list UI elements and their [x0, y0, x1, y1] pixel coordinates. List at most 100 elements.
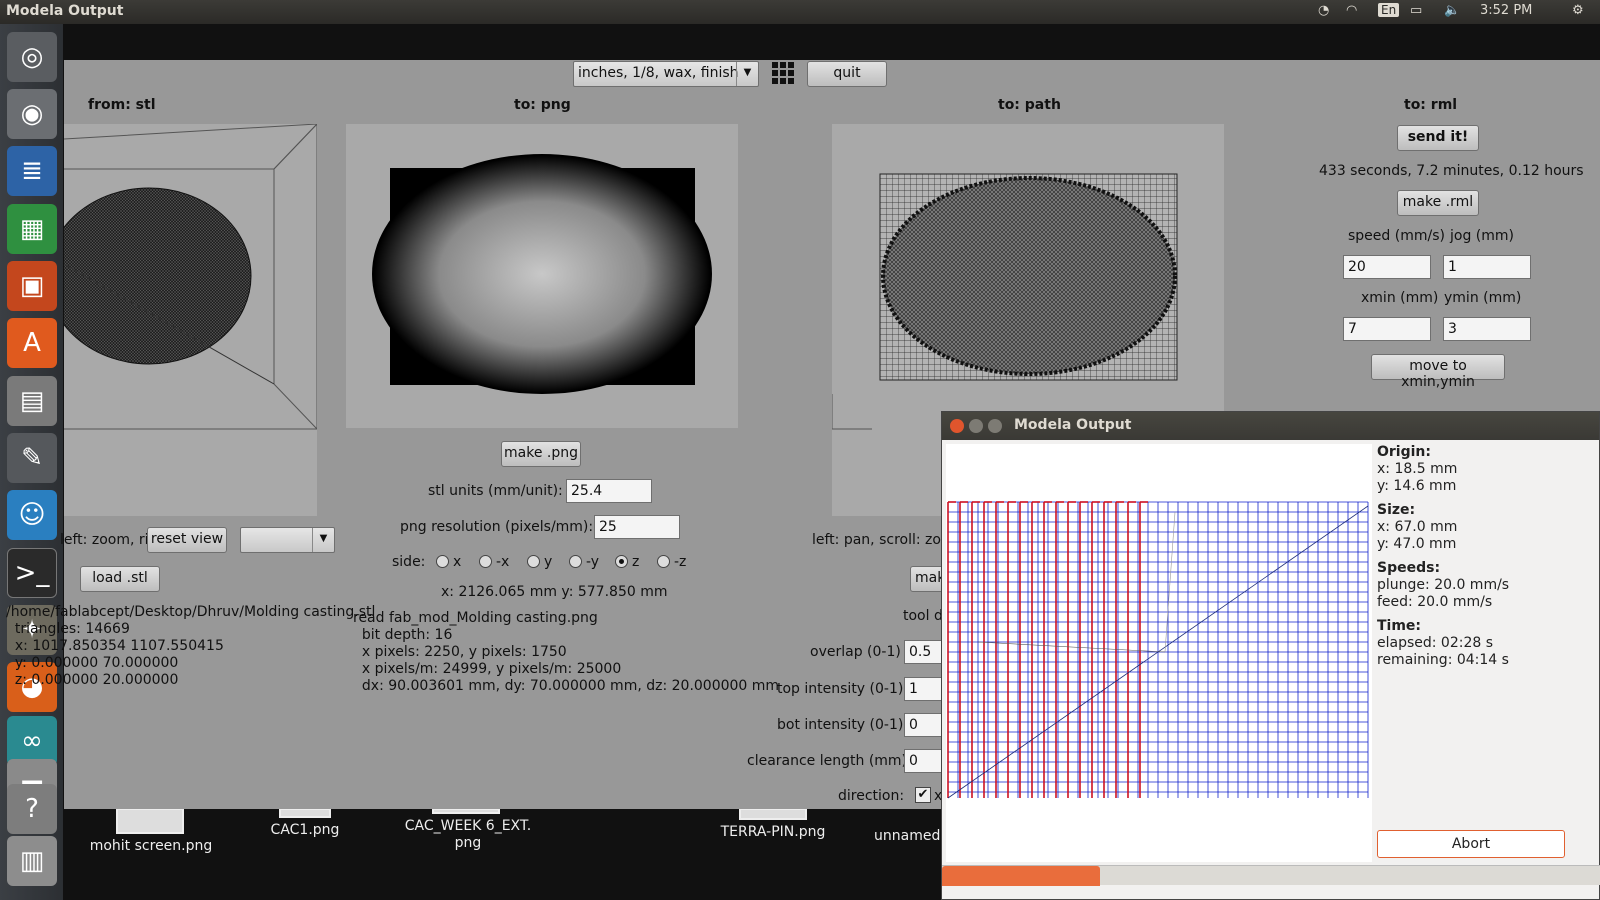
png-resolution-label: png resolution (pixels/mm):	[400, 519, 594, 535]
side-radio-y[interactable]: y	[527, 554, 552, 570]
rml-header: to: rml	[1404, 97, 1458, 113]
volume-icon[interactable]: 🔈	[1444, 3, 1460, 18]
radio-icon	[569, 555, 582, 568]
view-select[interactable]: ▼	[240, 527, 335, 553]
keyboard-language-indicator[interactable]: En	[1378, 3, 1400, 17]
overlap-label: overlap (0-1)	[810, 644, 901, 660]
stl-viewer[interactable]	[46, 123, 319, 516]
png-info-line: read fab_mod_Molding casting.png	[353, 610, 598, 626]
radio-icon	[479, 555, 492, 568]
load-stl-button[interactable]: load .stl	[80, 566, 160, 592]
stl-units-input[interactable]	[566, 479, 652, 503]
xmin-label: xmin (mm)	[1361, 290, 1439, 306]
terminal-icon[interactable]: >_	[7, 548, 57, 598]
battery-icon[interactable]: ▭	[1410, 3, 1422, 18]
radio-icon	[657, 555, 670, 568]
sync-icon[interactable]: ◔	[1318, 3, 1329, 18]
dialog-title: Modela Output	[1014, 417, 1132, 433]
dialog-titlebar: Modela Output	[942, 412, 1599, 440]
trash-icon[interactable]: ▥	[7, 836, 57, 886]
side-label: side:	[392, 554, 426, 570]
png-info-line: x pixels: 2250, y pixels: 1750	[353, 644, 567, 660]
origin-y: y: 14.6 mm	[1377, 478, 1457, 494]
camera-icon[interactable]: ◉	[7, 89, 57, 139]
file-thumbnail[interactable]	[116, 808, 184, 834]
chevron-down-icon: ▼	[736, 62, 758, 86]
png-info-line: x pixels/m: 24999, y pixels/m: 25000	[353, 661, 622, 677]
side-radio-x[interactable]: x	[436, 554, 461, 570]
move-to-xmin-ymin-button[interactable]: move to xmin,ymin	[1371, 354, 1505, 390]
png-info-line: dx: 90.003601 mm, dy: 70.000000 mm, dz: …	[353, 678, 780, 694]
speed-label: speed (mm/s)	[1348, 228, 1445, 244]
chat-icon[interactable]: ☺	[7, 490, 57, 540]
clock[interactable]: 3:52 PM	[1480, 3, 1532, 18]
time-label: Time:	[1377, 618, 1422, 634]
png-coords: x: 2126.065 mm y: 577.850 mm	[441, 584, 668, 600]
size-y: y: 47.0 mm	[1377, 536, 1457, 552]
impress-icon[interactable]: ▣	[7, 261, 57, 311]
side-radio-neg-y[interactable]: -y	[569, 554, 599, 570]
make-png-button[interactable]: make .png	[501, 441, 581, 467]
png-header: to: png	[514, 97, 571, 113]
make-rml-button[interactable]: make .rml	[1397, 190, 1479, 216]
speed-input[interactable]	[1343, 255, 1431, 279]
stl-info-line: triangles: 14669	[6, 621, 130, 637]
desktop-file-label[interactable]: CAC_WEEK 6_EXT.	[394, 818, 542, 834]
radio-icon	[527, 555, 540, 568]
abort-button[interactable]: Abort	[1377, 830, 1565, 858]
bot-intensity-label: bot intensity (0-1)	[777, 717, 904, 733]
settings-icon[interactable]: ✎	[7, 433, 57, 483]
quit-button[interactable]: quit	[807, 61, 887, 87]
top-panel: Modela Output ◔ ◠ En ▭ 🔈 3:52 PM ⚙	[0, 0, 1600, 24]
window-header-strip	[64, 24, 1600, 60]
help-icon[interactable]: ?	[7, 784, 57, 834]
software-center-icon[interactable]: A	[7, 318, 57, 368]
minimize-icon[interactable]	[969, 419, 983, 433]
xmin-input[interactable]	[1343, 317, 1431, 341]
send-it-button[interactable]: send it!	[1397, 125, 1479, 151]
png-resolution-input[interactable]	[594, 515, 680, 539]
progress-bar	[942, 865, 1600, 886]
jog-label: jog (mm)	[1450, 228, 1514, 244]
side-radio-z[interactable]: z	[615, 554, 639, 570]
power-gear-icon[interactable]: ⚙	[1572, 3, 1584, 18]
wifi-icon[interactable]: ◠	[1346, 3, 1357, 18]
calc-icon[interactable]: ▦	[7, 204, 57, 254]
desktop-file-label[interactable]: CAC1.png	[260, 822, 350, 838]
ubuntu-dash-icon[interactable]: ◎	[7, 32, 57, 82]
ymin-input[interactable]	[1443, 317, 1531, 341]
desktop-file-label[interactable]: png	[394, 835, 542, 851]
stl-info-line: y: 0.000000 70.000000	[6, 655, 179, 671]
remaining-time: remaining: 04:14 s	[1377, 652, 1509, 668]
ymin-label: ymin (mm)	[1444, 290, 1522, 306]
direction-checkbox[interactable]: ✔	[915, 787, 931, 803]
close-icon[interactable]	[950, 419, 964, 433]
radio-label: -z	[674, 554, 687, 570]
clearance-length-label: clearance length (mm)	[747, 753, 908, 769]
png-viewer[interactable]	[346, 124, 738, 428]
maximize-icon[interactable]	[988, 419, 1002, 433]
toolpath-segment	[977, 641, 1166, 653]
file-thumbnail[interactable]	[739, 808, 807, 820]
toolpath-preview	[946, 444, 1372, 862]
desktop-file-label[interactable]: TERRA-PIN.png	[712, 824, 834, 840]
side-radio-neg-z[interactable]: -z	[657, 554, 686, 570]
radio-selected-icon	[615, 555, 628, 568]
radio-label: x	[453, 554, 462, 570]
time-estimate: 433 seconds, 7.2 minutes, 0.12 hours	[1319, 163, 1584, 179]
preset-value: inches, 1/8, wax, finish	[578, 65, 739, 81]
reset-view-button[interactable]: reset view	[147, 527, 227, 553]
window-title: Modela Output	[6, 3, 124, 19]
preset-select[interactable]: inches, 1/8, wax, finish ▼	[573, 61, 759, 87]
desktop-file-label[interactable]: mohit screen.png	[84, 838, 218, 854]
elapsed-time: elapsed: 02:28 s	[1377, 635, 1494, 651]
files-icon[interactable]: ▤	[7, 376, 57, 426]
grid-menu-icon[interactable]	[771, 61, 795, 85]
stl-info-line: z: 0.000000 20.000000	[6, 672, 179, 688]
jog-input[interactable]	[1443, 255, 1531, 279]
progress-bar-fill	[942, 866, 1101, 886]
size-x: x: 67.0 mm	[1377, 519, 1458, 535]
writer-icon[interactable]: ≣	[7, 146, 57, 196]
file-thumbnail[interactable]	[279, 808, 331, 818]
side-radio-neg-x[interactable]: -x	[479, 554, 509, 570]
